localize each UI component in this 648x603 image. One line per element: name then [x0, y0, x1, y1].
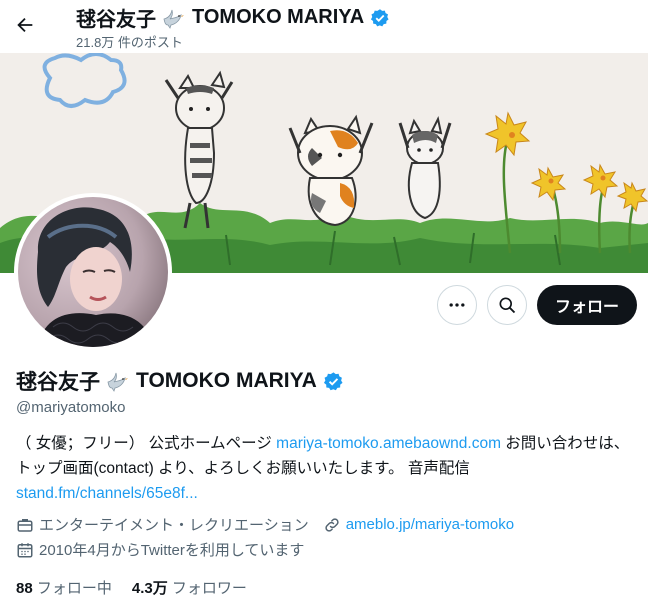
followers-count: 4.3万 [131, 580, 168, 597]
following-link[interactable]: 88 フォロー中 [16, 577, 112, 598]
bio-standfm-link[interactable]: stand.fm/channels/65e8f... [16, 485, 198, 502]
briefcase-icon [17, 518, 33, 532]
display-name-jp: 毬谷友子 [16, 371, 100, 394]
dove-icon [162, 7, 186, 29]
back-button[interactable] [8, 8, 42, 42]
header-display-name: 毬谷友子 TOMOKO MARIYA [76, 3, 390, 32]
profile-bio: （ 女優；フリー） 公式ホームページ mariya-tomoko.amebaow… [16, 431, 636, 506]
following-count: 88 [16, 580, 33, 597]
follow-stats: 88 フォロー中 4.3万 フォロワー [16, 577, 247, 598]
profile-meta-row: エンターテイメント・レクリエーション ameblo.jp/mariya-tomo… [16, 514, 514, 535]
search-button[interactable] [486, 285, 527, 325]
verified-badge-icon[interactable] [323, 371, 344, 392]
profile-category: エンターテイメント・レクリエーション [39, 517, 309, 534]
profile-avatar[interactable] [14, 193, 172, 351]
link-icon [325, 517, 339, 532]
more-icon [449, 303, 465, 307]
followers-label: フォロワー [171, 580, 247, 597]
bio-text: （ 女優；フリー） 公式ホームページ [16, 435, 277, 452]
header-name-en: TOMOKO MARIYA [192, 6, 365, 28]
more-button[interactable] [436, 285, 477, 325]
calendar-icon [17, 542, 33, 557]
top-bar: 毬谷友子 TOMOKO MARIYA 21.8万 件のポスト [0, 0, 648, 53]
post-count: 21.8万 件のポスト [76, 35, 183, 50]
profile-joined-row: 2010年4月からTwitterを利用しています [16, 539, 304, 560]
verified-badge-icon [370, 8, 390, 28]
profile-website-link[interactable]: ameblo.jp/mariya-tomoko [346, 516, 514, 533]
following-label: フォロー中 [36, 580, 112, 597]
profile-actions: フォロー [436, 285, 637, 325]
display-name-en: TOMOKO MARIYA [136, 369, 317, 392]
avatar-photo [18, 197, 168, 347]
back-arrow-icon [17, 17, 33, 33]
search-icon [499, 297, 516, 314]
joined-date: 2010年4月からTwitterを利用しています [39, 542, 305, 559]
dove-icon [106, 370, 130, 392]
follow-button[interactable]: フォロー [536, 285, 637, 325]
user-handle: @mariyatomoko [16, 399, 126, 416]
display-name: 毬谷友子 TOMOKO MARIYA [16, 366, 344, 396]
bio-homepage-link[interactable]: mariya-tomoko.amebaownd.com [276, 435, 501, 452]
followers-link[interactable]: 4.3万 フォロワー [132, 577, 247, 598]
header-name-jp: 毬谷友子 [76, 9, 156, 31]
